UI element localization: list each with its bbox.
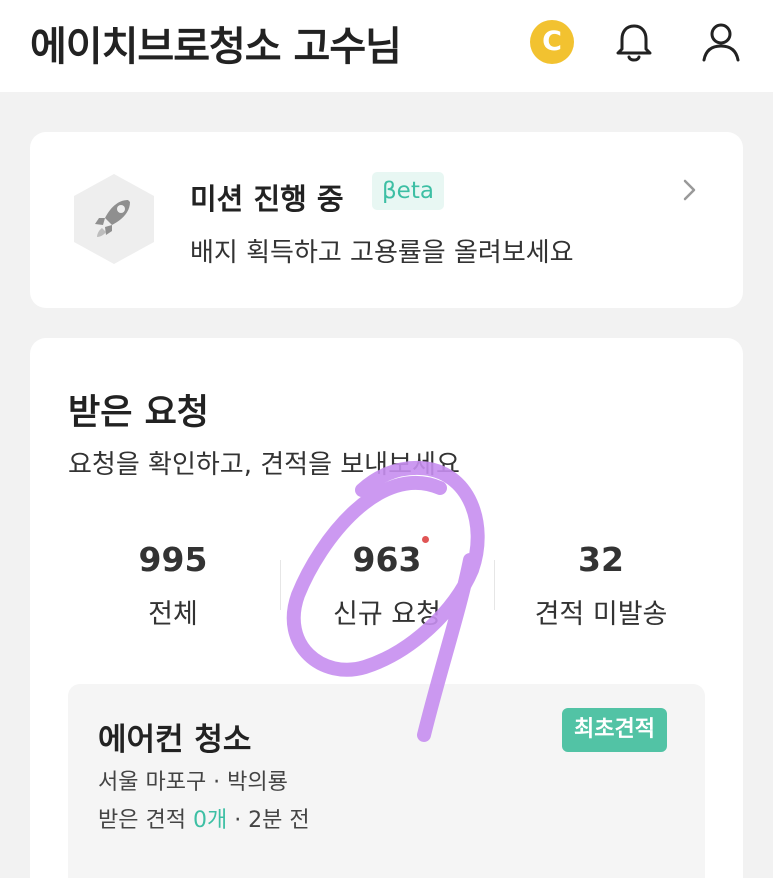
stat-value: 963 [352, 540, 422, 579]
quotes-count: 0개 [192, 808, 228, 833]
section-title: 받은 요청 [68, 393, 209, 433]
received-requests-card: 받은 요청 요청을 확인하고, 견적을 보내보세요 995 전체 963 신규 … [30, 338, 743, 878]
stat-value: 995 [138, 540, 208, 579]
request-title: 에어컨 청소 [98, 722, 252, 758]
quotes-prefix: 받은 견적 [98, 808, 193, 833]
rocket-icon [72, 172, 156, 266]
chevron-right-icon[interactable] [680, 176, 700, 204]
user-icon[interactable] [697, 18, 745, 66]
stat-value: 32 [578, 540, 624, 579]
section-subtitle: 요청을 확인하고, 견적을 보내보세요 [68, 450, 460, 480]
new-indicator-dot [422, 536, 429, 543]
request-meta: 받은 견적 0개 · 2분 전 [98, 802, 310, 834]
mission-subtitle: 배지 획득하고 고용률을 올려보세요 [190, 238, 574, 268]
first-quote-badge: 최초견적 [562, 708, 667, 752]
coin-icon[interactable]: C [530, 20, 574, 64]
beta-badge: βeta [372, 172, 444, 210]
stat-label: 신규 요청 [333, 599, 441, 630]
mission-title: 미션 진행 중 [190, 182, 344, 216]
stat-label: 견적 미발송 [534, 599, 668, 630]
stat-total[interactable]: 995 전체 [66, 538, 280, 631]
page-title: 에이치브로청소 고수님 [30, 24, 402, 70]
request-time: · 2분 전 [227, 808, 310, 833]
mission-card[interactable]: 미션 진행 중 βeta 배지 획득하고 고용률을 올려보세요 [30, 132, 743, 308]
stat-label: 전체 [148, 599, 198, 630]
app-header: 에이치브로청소 고수님 C [0, 0, 773, 92]
stat-new-requests[interactable]: 963 신규 요청 [280, 538, 494, 631]
bell-icon[interactable] [610, 18, 658, 66]
request-location: 서울 마포구 · 박의룡 [98, 770, 288, 795]
stat-unsent-quotes[interactable]: 32 견적 미발송 [494, 538, 708, 631]
request-list-item[interactable]: 에어컨 청소 최초견적 서울 마포구 · 박의룡 받은 견적 0개 · 2분 전 [68, 684, 705, 878]
